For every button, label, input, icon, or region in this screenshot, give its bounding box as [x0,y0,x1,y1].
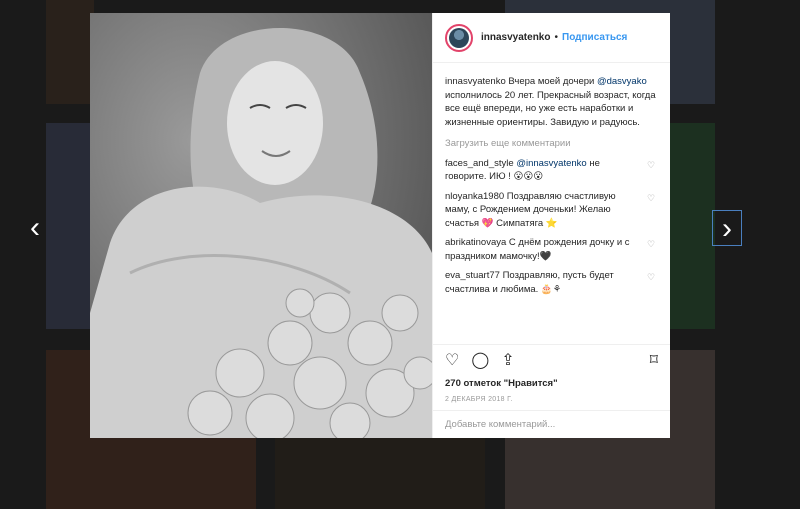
comment-like-heart-icon[interactable]: ♡ [644,238,658,252]
previous-post-arrow[interactable]: ‹ [20,210,50,246]
comment-like-heart-icon[interactable]: ♡ [644,271,658,285]
post-actions-bar: ♡ ◯ ⇪ ⌑ [433,344,670,374]
post-caption: innasvyatenko Вчера моей дочери @dasvyak… [445,75,658,129]
comment-item: eva_stuart77 Поздравляю, пусть будет сча… [445,269,658,296]
comment-author-link[interactable]: abrikatinovaya [445,237,506,248]
comment-like-heart-icon[interactable]: ♡ [644,192,658,206]
comment-author-link[interactable]: faces_and_style [445,158,514,169]
username-link[interactable]: innasvyatenko [481,32,550,43]
avatar[interactable] [445,23,473,52]
comment-item: nloyanka1980 Поздравляю счастливую маму,… [445,190,658,231]
comment-author-link[interactable]: eva_stuart77 [445,270,500,281]
caption-mention-link[interactable]: @dasvyako [597,76,647,87]
post-date: 2 ДЕКАБРЯ 2018 Г. [445,396,513,403]
comment-author-link[interactable]: nloyanka1980 [445,191,504,202]
comment-text: nloyanka1980 Поздравляю счастливую маму,… [445,190,644,231]
bookmark-icon[interactable]: ⌑ [650,350,658,370]
comment-item: abrikatinovaya С днём рождения дочку и с… [445,236,658,263]
comment-icon[interactable]: ◯ [471,350,489,370]
post-header: innasvyatenko • Подписаться [433,13,670,63]
comment-text: faces_and_style @innasvyatenko не говори… [445,157,644,184]
chevron-right-icon: › [722,212,732,245]
next-post-arrow[interactable]: › [712,210,742,246]
add-comment-input[interactable]: Добавьте комментарий... [433,410,670,438]
caption-text: Вчера моей дочери [505,76,597,87]
comment-item: faces_and_style @innasvyatenko не говори… [445,157,658,184]
separator-dot: • [554,32,558,43]
heart-icon[interactable]: ♡ [445,350,459,370]
comment-text: abrikatinovaya С днём рождения дочку и с… [445,236,644,263]
likes-count[interactable]: 270 отметок "Нравится" [433,374,670,392]
comment-text: eva_stuart77 Поздравляю, пусть будет сча… [445,269,644,296]
post-sidebar: innasvyatenko • Подписаться innasvyatenk… [432,13,670,438]
share-icon[interactable]: ⇪ [501,350,514,370]
caption-text: исполнилось 20 лет. Прекрасный возраст, … [445,89,656,128]
comment-like-heart-icon[interactable]: ♡ [644,159,658,173]
load-more-comments-button[interactable]: Загрузить еще комментарии [445,137,658,151]
avatar-image [449,27,469,48]
follow-button[interactable]: Подписаться [562,32,627,43]
chevron-left-icon: ‹ [30,211,40,244]
comments-section: innasvyatenko Вчера моей дочери @dasvyak… [433,63,670,344]
post-modal: innasvyatenko • Подписаться innasvyatenk… [90,13,670,438]
comment-mention-link[interactable]: @innasvyatenko [516,158,586,169]
post-photo-illustration [90,13,432,438]
caption-author-link[interactable]: innasvyatenko [445,76,506,87]
post-photo[interactable] [90,13,432,438]
